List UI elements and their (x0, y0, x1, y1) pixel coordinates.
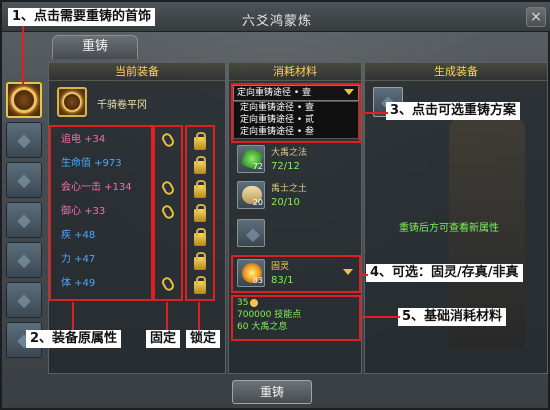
points-cost: 700000 技能点 (237, 310, 302, 320)
result-header: 生成装备 (365, 63, 547, 81)
base-cost-box: 35 700000 技能点 60 大禹之息 (231, 295, 361, 341)
attribute-row: 生命值 +973 (61, 158, 122, 169)
accessory-slot-6[interactable]: ◆ (6, 282, 42, 318)
money-cost: 35 (233, 297, 359, 309)
annotation-1: 1、点击需要重铸的首饰 (8, 8, 156, 26)
money-value: 35 (237, 298, 249, 308)
tab-reforge[interactable]: 重铸 (52, 35, 138, 59)
attribute-row: 力 +47 (61, 254, 96, 265)
current-equipment-header: 当前装备 (49, 63, 225, 81)
stack-count: 72 (252, 162, 263, 171)
stack-count: 20 (252, 198, 263, 207)
forge-window: 六爻鸿蒙炼 × 重铸 ◆ ◆ ◆ ◆ ◆ ◆ 当前装备 千骑卷平冈 追电 +34… (0, 0, 550, 410)
annotation-1-pointer (22, 26, 24, 84)
reforge-plan-options: 定向重铸途径 • 壹 定向重铸途径 • 贰 定向重铸途径 • 叁 (233, 101, 359, 139)
empty-slot-icon: ◆ (17, 209, 31, 231)
material-slot[interactable]: 20 (237, 181, 265, 209)
lock-icon[interactable] (194, 228, 206, 246)
material-slot[interactable]: 72 (237, 145, 265, 173)
dropdown-option[interactable]: 定向重铸途径 • 叁 (234, 126, 358, 138)
reforge-plan-dropdown[interactable]: 定向重铸途径 • 壹 (233, 85, 359, 101)
attribute-row: 疾 +48 (61, 230, 96, 241)
attribute-row: 体 +49 (61, 278, 96, 289)
coin-icon (250, 298, 259, 307)
lock-icon[interactable] (194, 156, 206, 174)
annotation-lock: 锁定 (186, 330, 221, 348)
annotation-5: 5、基础消耗材料 (398, 308, 507, 326)
material-name: 禹士之土 (271, 184, 308, 194)
materials-panel: 消耗材料 定向重铸途径 • 壹 定向重铸途径 • 壹 定向重铸途径 • 贰 定向… (228, 62, 362, 374)
extra-cost: 60 大禹之息 (237, 322, 288, 332)
empty-slot-icon: ◆ (17, 249, 31, 271)
materials-header: 消耗材料 (229, 63, 361, 81)
attribute-row: 会心一击 +134 (61, 182, 132, 193)
annotation-4: 4、可选：固灵/存真/非真 (366, 264, 523, 282)
material-count: 72/12 (271, 161, 300, 172)
empty-slot-icon: ◆ (17, 129, 31, 151)
optional-material-slot[interactable]: 83 (237, 259, 265, 287)
close-icon: × (530, 9, 542, 25)
result-note: 重铸后方可查看新属性 (399, 223, 499, 234)
attribute-row: 追电 +34 (61, 134, 106, 145)
lock-icon[interactable] (194, 204, 206, 222)
attribute-row: 御心 +33 (61, 206, 106, 217)
annotation-2-pointer (72, 302, 74, 330)
annotation-3: 3、点击可选重铸方案 (386, 102, 521, 120)
empty-slot-icon: ◆ (246, 224, 260, 245)
material-slot-empty[interactable]: ◆ (237, 219, 265, 247)
accessory-slot-2[interactable]: ◆ (6, 122, 42, 158)
accessory-slot-3[interactable]: ◆ (6, 162, 42, 198)
accessory-slot-4[interactable]: ◆ (6, 202, 42, 238)
equipment-name: 千骑卷平冈 (97, 100, 147, 111)
stack-count: 83 (252, 276, 263, 285)
annotation-lock-pointer (198, 302, 200, 330)
annotation-fixed-pointer (166, 302, 168, 330)
annotation-5-pointer (362, 316, 400, 318)
dropdown-option[interactable]: 定向重铸途径 • 壹 (234, 102, 358, 114)
lock-icon[interactable] (194, 252, 206, 270)
dropdown-selected: 定向重铸途径 • 壹 (237, 88, 312, 98)
annotation-4-pointer (362, 274, 368, 276)
annotation-fixed: 固定 (146, 330, 181, 348)
annotation-3-pointer (362, 112, 388, 114)
lock-icon[interactable] (194, 180, 206, 198)
reforge-button[interactable]: 重铸 (232, 380, 312, 404)
dropdown-option[interactable]: 定向重铸途径 • 贰 (234, 114, 358, 126)
close-button[interactable]: × (526, 7, 546, 27)
material-name: 固灵 (271, 262, 290, 272)
chevron-down-icon[interactable] (343, 269, 353, 275)
current-equipment-slot[interactable] (57, 87, 87, 117)
empty-slot-icon: ◆ (17, 289, 31, 311)
lock-icon[interactable] (194, 132, 206, 150)
ring-icon (62, 92, 82, 112)
lock-icon[interactable] (194, 276, 206, 294)
accessory-slot-column: ◆ ◆ ◆ ◆ ◆ ◆ (6, 82, 44, 362)
empty-slot-icon: ◆ (17, 169, 31, 191)
accessory-slot-1[interactable] (6, 82, 42, 118)
ring-icon (11, 87, 37, 113)
material-count: 83/1 (271, 275, 294, 286)
material-count: 20/10 (271, 197, 300, 208)
material-name: 大禹之法 (271, 148, 308, 158)
annotation-2: 2、装备原属性 (26, 330, 122, 348)
chevron-down-icon (344, 89, 354, 95)
accessory-slot-5[interactable]: ◆ (6, 242, 42, 278)
